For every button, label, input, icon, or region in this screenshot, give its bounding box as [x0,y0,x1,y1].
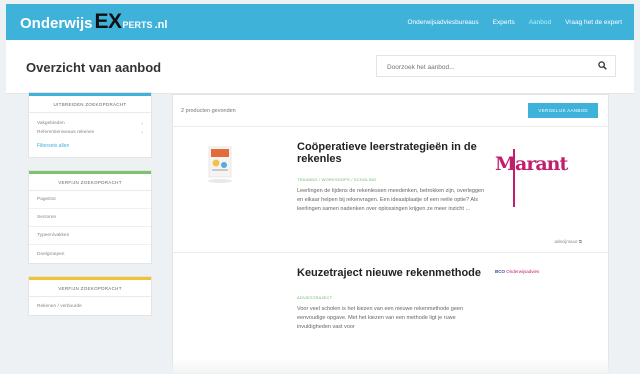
chevron-right-icon: › [141,120,143,127]
product-tags: TRAINING / WORKSHOPS / SCHOLING [297,177,377,182]
external-link-icon: ⧉ [578,239,582,244]
panel-heading: VERFIJN ZOEKOPDRACHT [29,171,151,191]
search-input[interactable] [377,57,577,78]
filter-panel-refine: VERFIJN ZOEKOPDRACHT PageDot Sectoren Ty… [28,170,152,264]
logo-text-ex: EX [94,10,123,33]
product-provider-link[interactable]: adecijnsuur ⧉ [555,239,583,244]
logo-text-perts: PERTS [122,20,153,30]
filter-option-sectoren[interactable]: Sectoren [29,209,151,227]
nav-link-vraag-expert[interactable]: Vraag het de expert [563,16,624,29]
provider-logo[interactable]: BCO Onderwijsadvies [495,269,539,274]
provider-link-label: adecijnsuur [554,239,578,244]
results-count: 2 producten gevonden [181,107,236,114]
product-title[interactable]: Coöperatieve leerstrategieën in de reken… [297,141,487,165]
filter-option-rekenen[interactable]: Rekenen / verbuurde [29,297,151,315]
product-tags: ADVIESTRAJECT [297,295,333,300]
product-description: Leerlingen de tijdens de rekenlessen mee… [297,188,485,212]
provider-logo-text: Marant [495,153,568,175]
search-box [376,55,616,78]
page-header: Overzicht van aanbod [6,40,634,94]
filter-sidebar: UITBREIDEN ZOEKOPDRACHT Vakgebieden › Re… [28,92,152,328]
filter-option-pagedot[interactable]: PageDot [29,191,151,209]
nav-link-experts[interactable]: Experts [491,16,517,29]
filtersets-link[interactable]: Filtersets allen [29,137,151,157]
panel-heading: UITBREIDEN ZOEKOPDRACHT [29,93,151,113]
top-navigation-bar: Onderwijs EX PERTS .nl Onderwijsadviesbu… [6,4,634,40]
search-icon[interactable] [598,61,607,70]
filter-panel-refine-2: VERFIJN ZOEKOPDRACHT Rekenen / verbuurde [28,276,152,316]
page-title: Overzicht van aanbod [26,60,162,75]
chevron-right-icon: › [141,129,143,136]
nav-link-adviesbureaus[interactable]: Onderwijsadviesbureaus [405,16,480,29]
product-description: Voor veel scholen is het kiezen van een … [297,306,464,330]
product-title[interactable]: Keuzetraject nieuwe rekenmethode [297,267,487,279]
results-toolbar: 2 producten gevonden VERGELIJK AANBOD [173,95,608,127]
bottom-fade [0,358,640,374]
product-card[interactable]: Coöperatieve leerstrategieën in de reken… [173,127,608,253]
filter-item-referentieniveaus[interactable]: Referentieniveaus rekenen › [29,128,151,137]
site-logo[interactable]: Onderwijs EX PERTS .nl [20,10,167,34]
main-nav: Onderwijsadviesbureaus Experts Aanbod Vr… [405,16,624,29]
filter-option-doelgroepen[interactable]: Doelgroepen [29,245,151,263]
panel-heading: VERFIJN ZOEKOPDRACHT [29,277,151,297]
results-panel: 2 producten gevonden VERGELIJK AANBOD Co… [172,94,609,374]
product-thumbnail[interactable] [203,143,239,187]
filter-item-vakgebieden[interactable]: Vakgebieden › [29,119,151,128]
filter-option-typen[interactable]: Typeen/vakken [29,227,151,245]
provider-logo-name: Onderwijsadvies [506,269,540,274]
product-card[interactable]: Keuzetraject nieuwe rekenmethode ADVIEST… [173,253,608,373]
filter-panel-expand: UITBREIDEN ZOEKOPDRACHT Vakgebieden › Re… [28,92,152,158]
compare-offer-button[interactable]: VERGELIJK AANBOD [528,103,598,118]
logo-text-nl: .nl [154,19,168,31]
provider-logo-prefix: BCO [495,269,505,274]
provider-logo[interactable]: Marant [495,149,568,207]
logo-text-onderwijs: Onderwijs [20,15,93,32]
nav-link-aanbod[interactable]: Aanbod [527,16,553,29]
filter-item-label: Vakgebieden [37,121,65,126]
logo-line-decoration [513,149,515,207]
filter-item-label: Referentieniveaus rekenen [37,130,95,135]
